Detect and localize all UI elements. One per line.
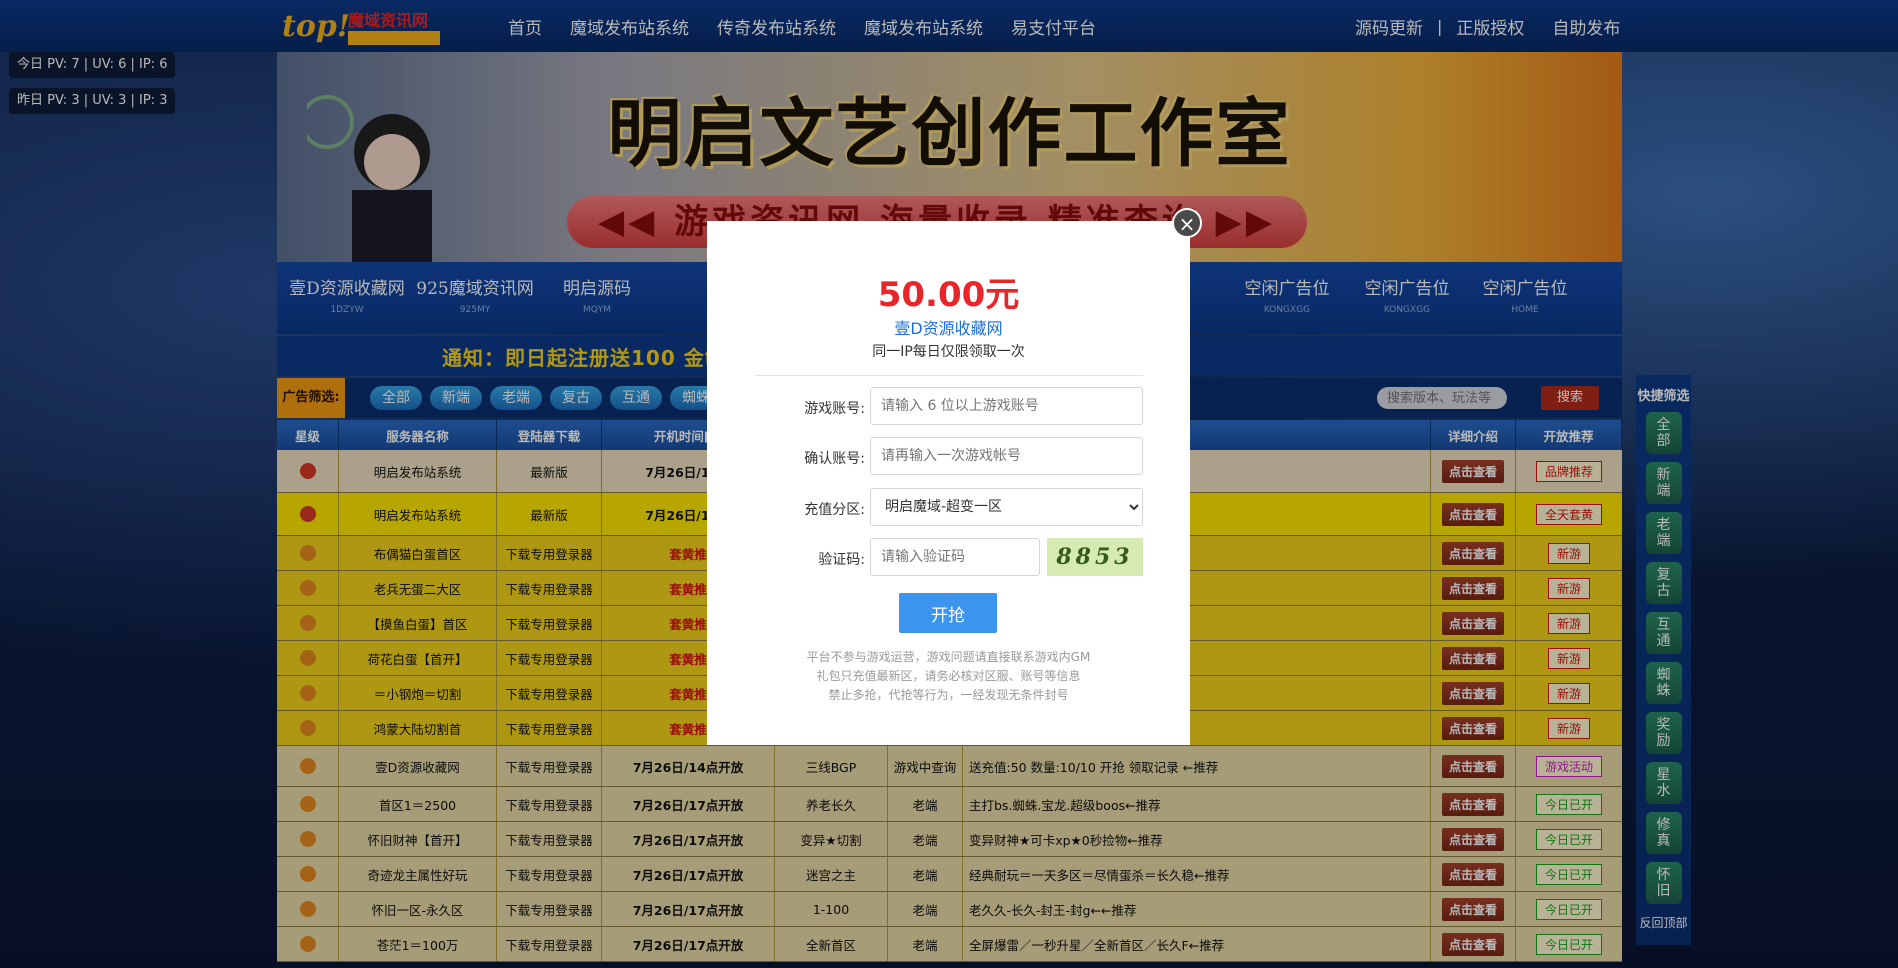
limit-note: 同一IP每日仅限领取一次 bbox=[872, 344, 1025, 360]
modal-divider bbox=[755, 375, 1143, 376]
account-input[interactable] bbox=[870, 387, 1143, 425]
recharge-modal: 50.00元 壹D资源收藏网 同一IP每日仅限领取一次 游戏账号: 确认账号: … bbox=[707, 221, 1190, 745]
grab-button[interactable]: 开抢 bbox=[899, 593, 997, 633]
disclaimer-line-3: 禁止多抢，代抢等行为，一经发现无条件封号 bbox=[828, 688, 1069, 702]
reward-price: 50.00元 bbox=[877, 275, 1020, 315]
account-label: 游戏账号: bbox=[804, 401, 865, 417]
disclaimer-line-2: 礼包只充值最新区，请务必核对区服、账号等信息 bbox=[816, 669, 1081, 683]
confirm-account-input[interactable] bbox=[870, 437, 1143, 475]
disclaimer-line-1: 平台不参与游戏运营，游戏问题请直接联系游戏内GM bbox=[806, 650, 1091, 664]
close-icon[interactable]: × bbox=[1172, 208, 1202, 238]
captcha-input[interactable] bbox=[870, 538, 1040, 576]
captcha-label: 验证码: bbox=[818, 552, 865, 568]
zone-select[interactable]: 明启魔域-超变一区 bbox=[870, 488, 1143, 526]
captcha-image[interactable]: 8853 bbox=[1047, 538, 1143, 576]
zone-label: 充值分区: bbox=[804, 502, 865, 518]
modal-brand: 壹D资源收藏网 bbox=[894, 319, 1003, 338]
confirm-account-label: 确认账号: bbox=[804, 451, 865, 467]
